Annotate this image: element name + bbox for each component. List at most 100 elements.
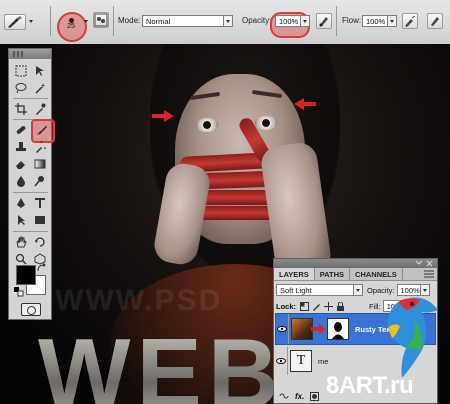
brush-picker-dropdown[interactable] bbox=[82, 16, 91, 28]
opacity-label: Opacity: bbox=[242, 16, 272, 25]
tab-channels[interactable]: CHANNELS bbox=[350, 268, 403, 280]
eraser-tool[interactable] bbox=[12, 156, 29, 172]
foreground-color-swatch[interactable] bbox=[16, 265, 36, 285]
airbrush-button[interactable] bbox=[402, 13, 418, 29]
options-bar: 25 Mode: Normal Opacity: 100% Flow: 100% bbox=[0, 0, 450, 45]
lock-position-icon[interactable] bbox=[324, 301, 334, 311]
shape-icon bbox=[34, 216, 45, 224]
type-icon bbox=[34, 198, 45, 208]
pen-icon bbox=[16, 198, 25, 208]
blend-mode-select[interactable]: Soft Light bbox=[276, 284, 354, 296]
layer-name[interactable]: me bbox=[318, 357, 328, 366]
brush-tool[interactable] bbox=[33, 122, 50, 138]
airbrush-icon bbox=[405, 15, 416, 27]
move-icon bbox=[35, 66, 44, 76]
lock-transparency-icon[interactable] bbox=[300, 301, 310, 311]
rotate-view-tool[interactable] bbox=[31, 234, 48, 250]
flow-input[interactable]: 100% bbox=[362, 15, 388, 27]
tools-panel-header[interactable] bbox=[9, 49, 51, 59]
red-arrow-left-icon bbox=[294, 98, 316, 110]
tool-preset-picker[interactable] bbox=[4, 14, 26, 30]
lock-all-icon[interactable] bbox=[336, 301, 345, 311]
lasso-icon bbox=[15, 83, 26, 94]
eyedropper-tool[interactable] bbox=[31, 101, 48, 117]
close-icon[interactable] bbox=[426, 260, 434, 267]
brush-icon bbox=[8, 16, 22, 28]
default-colors-icon[interactable] bbox=[14, 287, 24, 297]
history-brush-icon bbox=[35, 141, 46, 153]
lock-pixels-icon[interactable] bbox=[312, 302, 321, 311]
brush-panel-toggle[interactable] bbox=[93, 12, 109, 28]
move-tool[interactable] bbox=[31, 63, 48, 79]
mask-silhouette-icon bbox=[332, 322, 344, 339]
brush-icon bbox=[36, 126, 47, 135]
crop-tool[interactable] bbox=[12, 101, 29, 117]
magic-wand-tool[interactable] bbox=[31, 80, 48, 96]
path-select-icon bbox=[17, 215, 25, 225]
stamp-tool[interactable] bbox=[12, 139, 29, 155]
link-layers-icon[interactable] bbox=[279, 392, 289, 400]
left-eye bbox=[196, 118, 218, 132]
type-icon: T bbox=[296, 353, 306, 368]
eye-icon bbox=[277, 326, 287, 332]
tab-layers[interactable]: LAYERS bbox=[274, 268, 315, 280]
gradient-tool[interactable] bbox=[31, 156, 48, 172]
eyedropper-icon bbox=[35, 103, 45, 115]
hand-tool[interactable] bbox=[12, 234, 29, 250]
collapse-icon[interactable] bbox=[415, 260, 423, 267]
brush-picker[interactable]: 25 bbox=[60, 12, 82, 36]
quick-mask-button[interactable] bbox=[21, 303, 41, 316]
watermark-text: WWW.PSD bbox=[55, 284, 223, 317]
lasso-tool[interactable] bbox=[12, 80, 29, 96]
opacity-input[interactable]: 100% bbox=[275, 15, 301, 27]
layer-mask-thumbnail[interactable] bbox=[327, 318, 349, 340]
blend-mode-arrow[interactable] bbox=[354, 284, 363, 296]
red-arrow-right-icon bbox=[311, 323, 325, 335]
pressure-opacity-button[interactable] bbox=[316, 13, 332, 29]
mode-label: Mode: bbox=[118, 16, 141, 25]
stamp-icon bbox=[15, 142, 26, 151]
layer-visibility-toggle[interactable] bbox=[276, 314, 289, 344]
layers-tabs: LAYERS PATHS CHANNELS bbox=[274, 268, 437, 281]
dodge-tool[interactable] bbox=[31, 173, 48, 189]
right-eye bbox=[255, 116, 277, 130]
healing-tool[interactable] bbox=[12, 122, 29, 138]
tab-paths[interactable]: PATHS bbox=[315, 268, 351, 280]
swap-colors-icon[interactable] bbox=[37, 263, 47, 273]
gradient-icon bbox=[34, 159, 45, 169]
pen-pressure-icon bbox=[319, 17, 328, 27]
type-tool[interactable] bbox=[31, 195, 48, 211]
blur-tool[interactable] bbox=[12, 173, 29, 189]
pressure-size-button[interactable] bbox=[427, 13, 443, 29]
layer-visibility-toggle[interactable] bbox=[275, 347, 288, 375]
flow-label: Flow: bbox=[342, 16, 362, 25]
mode-select[interactable]: Normal bbox=[142, 15, 224, 27]
marquee-icon bbox=[15, 65, 26, 77]
parrot-logo-icon bbox=[387, 297, 438, 378]
brush-size-value: 25 bbox=[67, 23, 75, 30]
tool-preset-dropdown[interactable] bbox=[27, 16, 36, 28]
marquee-tool[interactable] bbox=[12, 63, 29, 79]
crop-icon bbox=[14, 103, 27, 115]
eye-icon bbox=[276, 358, 286, 364]
zoom-icon bbox=[15, 253, 27, 265]
mode-select-arrow[interactable] bbox=[224, 15, 233, 27]
text-layer-thumbnail: T bbox=[290, 350, 312, 372]
quick-mask-icon bbox=[26, 306, 36, 315]
flow-arrow[interactable] bbox=[388, 15, 397, 27]
pen-pressure-size-icon bbox=[431, 17, 439, 26]
tools-panel bbox=[8, 48, 55, 320]
path-select-tool[interactable] bbox=[12, 212, 29, 228]
fx-icon[interactable]: fx. bbox=[295, 392, 304, 401]
history-brush-tool[interactable] bbox=[31, 139, 48, 155]
layers-panel-header[interactable] bbox=[274, 259, 437, 268]
site-logo: 8ART.ru bbox=[326, 372, 414, 399]
layer-thumbnail-texture bbox=[291, 318, 313, 340]
panel-menu-icon[interactable] bbox=[424, 270, 434, 278]
blur-icon bbox=[16, 176, 25, 187]
opacity-arrow[interactable] bbox=[301, 15, 310, 27]
shape-tool[interactable] bbox=[31, 212, 48, 228]
red-arrow-right-icon bbox=[152, 110, 174, 122]
add-mask-icon[interactable] bbox=[310, 391, 320, 401]
pen-tool[interactable] bbox=[12, 195, 29, 211]
